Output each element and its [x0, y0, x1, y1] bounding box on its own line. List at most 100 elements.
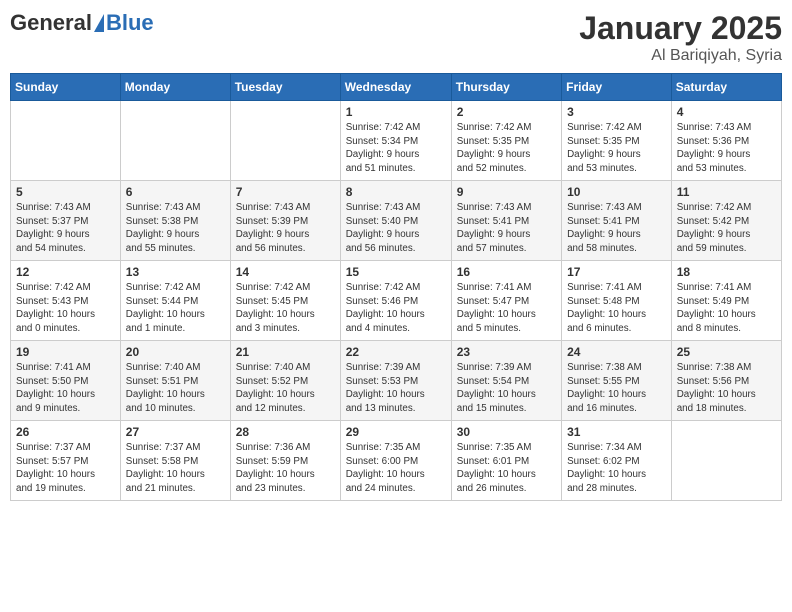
day-info: Sunrise: 7:41 AM Sunset: 5:49 PM Dayligh…	[677, 281, 776, 336]
day-number: 22	[346, 345, 446, 359]
location-title: Al Bariqiyah, Syria	[579, 47, 782, 65]
day-number: 18	[677, 265, 776, 279]
calendar-week-row: 12 Sunrise: 7:42 AM Sunset: 5:43 PM Dayli…	[11, 261, 782, 341]
calendar-cell: 1 Sunrise: 7:42 AM Sunset: 5:34 PM Daylig…	[340, 101, 451, 181]
day-number: 8	[346, 185, 446, 199]
calendar-cell: 29 Sunrise: 7:35 AM Sunset: 6:00 PM Dayli…	[340, 421, 451, 501]
day-number: 11	[677, 185, 776, 199]
day-info: Sunrise: 7:38 AM Sunset: 5:55 PM Dayligh…	[567, 361, 666, 416]
calendar-cell: 28 Sunrise: 7:36 AM Sunset: 5:59 PM Dayli…	[230, 421, 340, 501]
day-info: Sunrise: 7:43 AM Sunset: 5:38 PM Dayligh…	[126, 201, 225, 256]
calendar-week-row: 26 Sunrise: 7:37 AM Sunset: 5:57 PM Dayli…	[11, 421, 782, 501]
day-info: Sunrise: 7:34 AM Sunset: 6:02 PM Dayligh…	[567, 441, 666, 496]
day-number: 28	[236, 425, 335, 439]
weekday-header-friday: Friday	[562, 74, 672, 101]
day-info: Sunrise: 7:42 AM Sunset: 5:35 PM Dayligh…	[567, 121, 666, 176]
day-number: 6	[126, 185, 225, 199]
calendar-week-row: 5 Sunrise: 7:43 AM Sunset: 5:37 PM Daylig…	[11, 181, 782, 261]
calendar-cell: 4 Sunrise: 7:43 AM Sunset: 5:36 PM Daylig…	[671, 101, 781, 181]
calendar-cell: 13 Sunrise: 7:42 AM Sunset: 5:44 PM Dayli…	[120, 261, 230, 341]
calendar-cell: 14Sunrise: 7:42 AM Sunset: 5:45 PM Dayli…	[230, 261, 340, 341]
calendar-cell	[11, 101, 121, 181]
day-number: 20	[126, 345, 225, 359]
calendar-cell: 6 Sunrise: 7:43 AM Sunset: 5:38 PM Daylig…	[120, 181, 230, 261]
day-number: 13	[126, 265, 225, 279]
month-title: January 2025	[579, 10, 782, 47]
day-info: Sunrise: 7:35 AM Sunset: 6:00 PM Dayligh…	[346, 441, 446, 496]
calendar-cell: 18 Sunrise: 7:41 AM Sunset: 5:49 PM Dayli…	[671, 261, 781, 341]
day-number: 31	[567, 425, 666, 439]
weekday-header-thursday: Thursday	[451, 74, 561, 101]
calendar-table: SundayMondayTuesdayWednesdayThursdayFrid…	[10, 73, 782, 501]
day-info: Sunrise: 7:37 AM Sunset: 5:57 PM Dayligh…	[16, 441, 115, 496]
day-number: 17	[567, 265, 666, 279]
calendar-cell: 25Sunrise: 7:38 AM Sunset: 5:56 PM Dayli…	[671, 341, 781, 421]
calendar-header-row: SundayMondayTuesdayWednesdayThursdayFrid…	[11, 74, 782, 101]
day-info: Sunrise: 7:43 AM Sunset: 5:36 PM Dayligh…	[677, 121, 776, 176]
day-info: Sunrise: 7:36 AM Sunset: 5:59 PM Dayligh…	[236, 441, 335, 496]
page-header: General Blue January 2025 Al Bariqiyah, …	[10, 10, 782, 65]
day-info: Sunrise: 7:42 AM Sunset: 5:44 PM Dayligh…	[126, 281, 225, 336]
day-number: 5	[16, 185, 115, 199]
day-number: 16	[457, 265, 556, 279]
day-info: Sunrise: 7:42 AM Sunset: 5:45 PM Dayligh…	[236, 281, 335, 336]
day-number: 9	[457, 185, 556, 199]
weekday-header-saturday: Saturday	[671, 74, 781, 101]
calendar-week-row: 1 Sunrise: 7:42 AM Sunset: 5:34 PM Daylig…	[11, 101, 782, 181]
day-number: 30	[457, 425, 556, 439]
day-number: 3	[567, 105, 666, 119]
calendar-cell: 27 Sunrise: 7:37 AM Sunset: 5:58 PM Dayli…	[120, 421, 230, 501]
calendar-cell: 10 Sunrise: 7:43 AM Sunset: 5:41 PM Dayli…	[562, 181, 672, 261]
day-number: 26	[16, 425, 115, 439]
day-number: 15	[346, 265, 446, 279]
calendar-cell	[230, 101, 340, 181]
day-number: 4	[677, 105, 776, 119]
day-info: Sunrise: 7:39 AM Sunset: 5:53 PM Dayligh…	[346, 361, 446, 416]
day-number: 19	[16, 345, 115, 359]
day-info: Sunrise: 7:42 AM Sunset: 5:43 PM Dayligh…	[16, 281, 115, 336]
day-number: 27	[126, 425, 225, 439]
calendar-cell: 16Sunrise: 7:41 AM Sunset: 5:47 PM Dayli…	[451, 261, 561, 341]
day-info: Sunrise: 7:37 AM Sunset: 5:58 PM Dayligh…	[126, 441, 225, 496]
day-number: 25	[677, 345, 776, 359]
calendar-cell: 9Sunrise: 7:43 AM Sunset: 5:41 PM Daylig…	[451, 181, 561, 261]
day-info: Sunrise: 7:42 AM Sunset: 5:46 PM Dayligh…	[346, 281, 446, 336]
calendar-cell: 22 Sunrise: 7:39 AM Sunset: 5:53 PM Dayli…	[340, 341, 451, 421]
calendar-cell: 23 Sunrise: 7:39 AM Sunset: 5:54 PM Dayli…	[451, 341, 561, 421]
day-info: Sunrise: 7:42 AM Sunset: 5:35 PM Dayligh…	[457, 121, 556, 176]
calendar-cell: 15 Sunrise: 7:42 AM Sunset: 5:46 PM Dayli…	[340, 261, 451, 341]
day-info: Sunrise: 7:43 AM Sunset: 5:41 PM Dayligh…	[567, 201, 666, 256]
logo-general-text: General	[10, 10, 92, 36]
day-info: Sunrise: 7:41 AM Sunset: 5:48 PM Dayligh…	[567, 281, 666, 336]
day-info: Sunrise: 7:39 AM Sunset: 5:54 PM Dayligh…	[457, 361, 556, 416]
day-info: Sunrise: 7:43 AM Sunset: 5:39 PM Dayligh…	[236, 201, 335, 256]
weekday-header-sunday: Sunday	[11, 74, 121, 101]
calendar-cell: 30 Sunrise: 7:35 AM Sunset: 6:01 PM Dayli…	[451, 421, 561, 501]
calendar-week-row: 19Sunrise: 7:41 AM Sunset: 5:50 PM Dayli…	[11, 341, 782, 421]
calendar-cell: 5 Sunrise: 7:43 AM Sunset: 5:37 PM Daylig…	[11, 181, 121, 261]
day-info: Sunrise: 7:35 AM Sunset: 6:01 PM Dayligh…	[457, 441, 556, 496]
logo-blue-text: Blue	[106, 10, 154, 36]
calendar-cell	[120, 101, 230, 181]
day-number: 23	[457, 345, 556, 359]
day-number: 29	[346, 425, 446, 439]
title-block: January 2025 Al Bariqiyah, Syria	[579, 10, 782, 65]
calendar-cell: 17 Sunrise: 7:41 AM Sunset: 5:48 PM Dayli…	[562, 261, 672, 341]
calendar-cell: 3 Sunrise: 7:42 AM Sunset: 5:35 PM Daylig…	[562, 101, 672, 181]
calendar-cell: 2Sunrise: 7:42 AM Sunset: 5:35 PM Daylig…	[451, 101, 561, 181]
calendar-cell: 26 Sunrise: 7:37 AM Sunset: 5:57 PM Dayli…	[11, 421, 121, 501]
calendar-cell: 31 Sunrise: 7:34 AM Sunset: 6:02 PM Dayli…	[562, 421, 672, 501]
day-number: 24	[567, 345, 666, 359]
day-number: 1	[346, 105, 446, 119]
day-info: Sunrise: 7:42 AM Sunset: 5:34 PM Dayligh…	[346, 121, 446, 176]
weekday-header-tuesday: Tuesday	[230, 74, 340, 101]
calendar-cell: 20Sunrise: 7:40 AM Sunset: 5:51 PM Dayli…	[120, 341, 230, 421]
day-info: Sunrise: 7:43 AM Sunset: 5:37 PM Dayligh…	[16, 201, 115, 256]
day-number: 10	[567, 185, 666, 199]
calendar-cell: 24 Sunrise: 7:38 AM Sunset: 5:55 PM Dayli…	[562, 341, 672, 421]
calendar-cell	[671, 421, 781, 501]
day-number: 12	[16, 265, 115, 279]
logo: General Blue	[10, 10, 154, 36]
calendar-cell: 19Sunrise: 7:41 AM Sunset: 5:50 PM Dayli…	[11, 341, 121, 421]
logo-triangle-icon	[94, 14, 104, 32]
